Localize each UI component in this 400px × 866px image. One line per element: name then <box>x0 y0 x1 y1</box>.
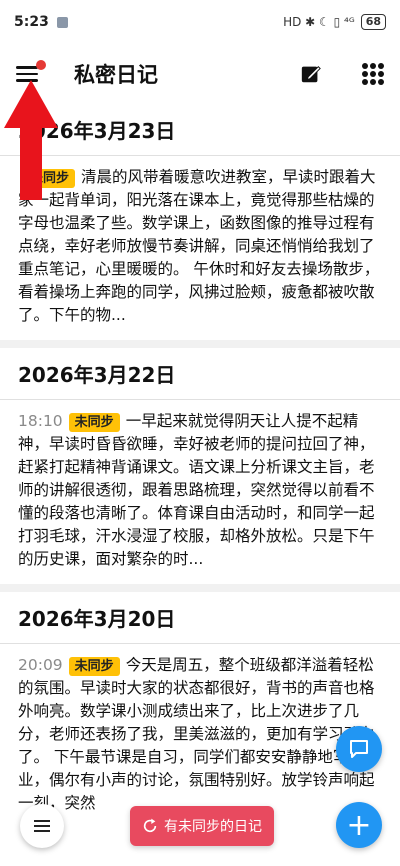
status-icons: HD ✱ ☾ ▯ ⁴ᴳ <box>283 15 355 29</box>
entry-text: 一早起来就觉得阴天让人提不起精神，早读时昏昏欲睡，幸好被老师的提问拉回了神，赶紧… <box>18 412 375 568</box>
status-indicators: HD ✱ ☾ ▯ ⁴ᴳ 68 <box>283 14 386 30</box>
app-bar: 私密日记 <box>0 44 400 104</box>
sync-label: 有未同步的日记 <box>164 819 262 835</box>
bottom-menu-button[interactable] <box>20 804 64 848</box>
unsynced-badge: 未同步 <box>68 657 120 676</box>
unsynced-badge: 未同步 <box>68 413 120 432</box>
apps-grid-icon[interactable] <box>362 63 384 85</box>
entry-text: 清晨的风带着暖意吹进教室，早读时跟着大家一起背单词，阳光落在课本上，竟觉得那些枯… <box>18 168 380 324</box>
day-header: 2026年3月23日 <box>0 104 400 156</box>
status-time: 5:23 <box>14 14 49 30</box>
entry-time: 20:09 <box>18 656 63 674</box>
day-header: 2026年3月22日 <box>0 348 400 400</box>
diary-entry[interactable]: 18:10 未同步 一早起来就觉得阴天让人提不起精神，早读时昏昏欲睡，幸好被老师的提… <box>0 400 400 592</box>
app-title: 私密日记 <box>74 63 158 87</box>
day-header: 2026年3月20日 <box>0 592 400 644</box>
red-arrow-annotation <box>4 80 58 200</box>
notification-dot <box>36 60 46 70</box>
sync-icon <box>143 818 157 833</box>
entry-time: 18:10 <box>18 412 63 430</box>
battery-icon: 68 <box>360 14 386 30</box>
sync-unsynced-button[interactable]: 有未同步的日记 <box>130 806 274 846</box>
status-bar: 5:23 HD ✱ ☾ ▯ ⁴ᴳ 68 <box>0 0 400 44</box>
add-entry-button[interactable]: + <box>336 802 382 848</box>
notification-icon <box>56 16 68 28</box>
edit-note-icon[interactable] <box>300 63 322 85</box>
entry-text: 今天是周五，整个班级都洋溢着轻松的氛围。早读时大家的状态都很好，背书的声音也格外… <box>18 656 375 812</box>
chat-button[interactable] <box>336 726 382 772</box>
chat-icon <box>350 740 368 758</box>
diary-entry[interactable]: 未同步 清晨的风带着暖意吹进教室，早读时跟着大家一起背单词，阳光落在课本上，竟觉得… <box>0 156 400 348</box>
plus-icon: + <box>346 807 372 843</box>
